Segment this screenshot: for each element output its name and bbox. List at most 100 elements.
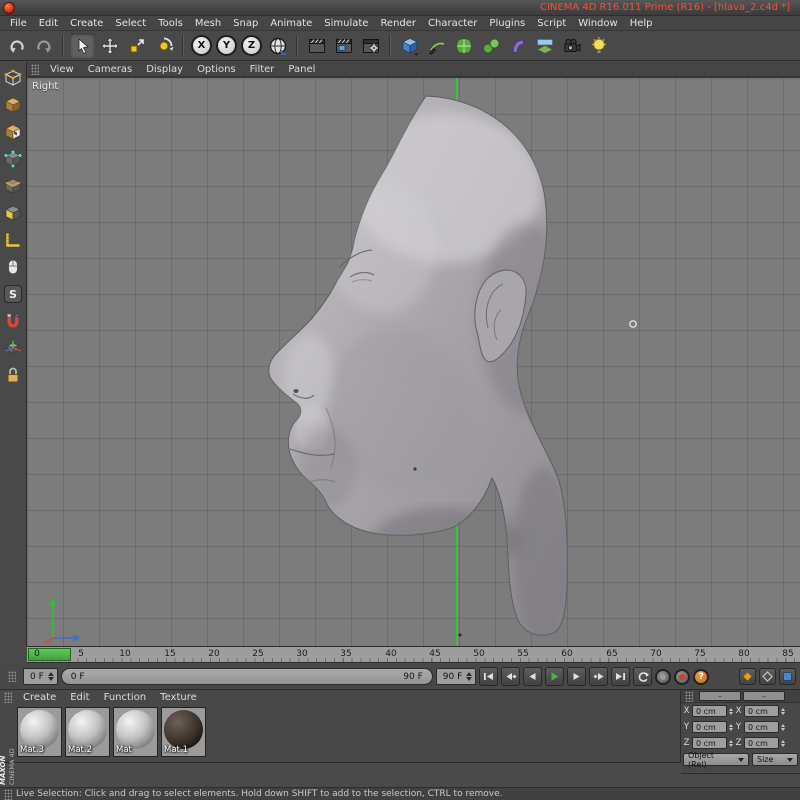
- render-view-icon[interactable]: [304, 33, 329, 58]
- point-mode-icon[interactable]: [1, 147, 25, 171]
- play-button[interactable]: [545, 667, 564, 686]
- help-button[interactable]: ?: [693, 669, 709, 685]
- light-icon[interactable]: [586, 33, 611, 58]
- head-model[interactable]: [27, 78, 800, 646]
- position-y-field[interactable]: 0 cm: [692, 721, 727, 733]
- size-mode-dropdown[interactable]: Size: [752, 753, 798, 766]
- lock-z-axis-button[interactable]: Z: [241, 35, 262, 56]
- menu-plugins[interactable]: Plugins: [483, 18, 531, 29]
- keyframe-position-toggle[interactable]: [739, 668, 756, 685]
- spinner-arrows-icon[interactable]: [466, 672, 472, 681]
- coordinate-system-globe-icon[interactable]: [265, 33, 290, 58]
- timeline-ruler[interactable]: 0 5 10 15 20 25 30 35 40 45 50 55 60 65 …: [27, 646, 800, 663]
- vp-menu-view[interactable]: View: [43, 64, 81, 75]
- vp-menu-panel[interactable]: Panel: [281, 64, 322, 75]
- menu-character[interactable]: Character: [422, 18, 483, 29]
- material-thumbnail[interactable]: Mat.3: [17, 707, 62, 757]
- panel-grip[interactable]: [8, 671, 16, 682]
- autokey-record-button[interactable]: [674, 669, 690, 685]
- lock-y-axis-button[interactable]: Y: [216, 35, 237, 56]
- menu-animate[interactable]: Animate: [264, 18, 318, 29]
- menu-render[interactable]: Render: [374, 18, 422, 29]
- menu-simulate[interactable]: Simulate: [318, 18, 374, 29]
- menu-edit[interactable]: Edit: [33, 18, 64, 29]
- render-settings-icon[interactable]: [358, 33, 383, 58]
- next-key-button[interactable]: [589, 667, 608, 686]
- record-position-button[interactable]: [655, 669, 671, 685]
- goto-end-button[interactable]: [611, 667, 630, 686]
- end-frame-field[interactable]: 90 F: [436, 668, 477, 685]
- make-editable-icon[interactable]: [1, 66, 25, 90]
- vp-menu-filter[interactable]: Filter: [243, 64, 282, 75]
- next-frame-button[interactable]: [567, 667, 586, 686]
- vp-menu-options[interactable]: Options: [190, 64, 243, 75]
- model-mode-icon[interactable]: [1, 93, 25, 117]
- mat-menu-create[interactable]: Create: [16, 692, 63, 703]
- scale-tool[interactable]: [124, 33, 149, 58]
- texture-mode-icon[interactable]: [1, 120, 25, 144]
- snap-magnet-icon[interactable]: [1, 309, 25, 333]
- lock-workplane-icon[interactable]: [1, 363, 25, 387]
- spline-pen-icon[interactable]: [424, 33, 449, 58]
- workplane-icon[interactable]: [1, 228, 25, 252]
- menu-snap[interactable]: Snap: [227, 18, 264, 29]
- move-tool[interactable]: [97, 33, 122, 58]
- undo-icon[interactable]: [4, 33, 29, 58]
- size-x-field[interactable]: 0 cm: [744, 705, 779, 717]
- goto-start-button[interactable]: [479, 667, 498, 686]
- spinner-arrows-icon[interactable]: [781, 708, 785, 715]
- polygon-mode-icon[interactable]: [1, 201, 25, 225]
- position-x-field[interactable]: 0 cm: [692, 705, 727, 717]
- rotate-tool[interactable]: [151, 33, 176, 58]
- keyframe-parameter-toggle[interactable]: [759, 668, 776, 685]
- add-cube-primitive-icon[interactable]: [397, 33, 422, 58]
- viewport-right-view[interactable]: Right: [27, 77, 800, 646]
- panel-grip[interactable]: [4, 789, 12, 800]
- lock-x-axis-button[interactable]: X: [191, 35, 212, 56]
- menu-script[interactable]: Script: [531, 18, 572, 29]
- timeline-range-slider[interactable]: 0 F 90 F: [61, 668, 433, 685]
- mat-menu-function[interactable]: Function: [97, 692, 154, 703]
- vp-menu-cameras[interactable]: Cameras: [81, 64, 139, 75]
- menu-help[interactable]: Help: [624, 18, 659, 29]
- loop-mode-button[interactable]: [633, 667, 652, 686]
- menu-file[interactable]: File: [4, 18, 33, 29]
- axis-modification-icon[interactable]: [1, 336, 25, 360]
- size-z-field[interactable]: 0 cm: [744, 737, 779, 749]
- previous-key-button[interactable]: [501, 667, 520, 686]
- panel-grip[interactable]: [685, 691, 693, 702]
- menu-window[interactable]: Window: [572, 18, 623, 29]
- spinner-arrows-icon[interactable]: [48, 672, 54, 681]
- camera-icon[interactable]: [559, 33, 584, 58]
- mat-menu-edit[interactable]: Edit: [63, 692, 96, 703]
- spinner-arrows-icon[interactable]: [781, 724, 785, 731]
- spinner-arrows-icon[interactable]: [729, 708, 733, 715]
- size-y-field[interactable]: 0 cm: [744, 721, 779, 733]
- deformer-icon[interactable]: [505, 33, 530, 58]
- spinner-arrows-icon[interactable]: [729, 740, 733, 747]
- environment-floor-icon[interactable]: [532, 33, 557, 58]
- vp-menu-display[interactable]: Display: [139, 64, 190, 75]
- previous-frame-button[interactable]: [523, 667, 542, 686]
- menu-mesh[interactable]: Mesh: [189, 18, 227, 29]
- edge-mode-icon[interactable]: [1, 174, 25, 198]
- material-thumbnail[interactable]: Mat.1: [161, 707, 206, 757]
- position-z-field[interactable]: 0 cm: [692, 737, 727, 749]
- redo-icon[interactable]: [31, 33, 56, 58]
- keyframe-pla-toggle[interactable]: [779, 668, 796, 685]
- panel-grip[interactable]: [31, 64, 39, 75]
- menu-tools[interactable]: Tools: [152, 18, 189, 29]
- subdivision-surface-icon[interactable]: [451, 33, 476, 58]
- mat-menu-texture[interactable]: Texture: [153, 692, 204, 703]
- spinner-arrows-icon[interactable]: [781, 740, 785, 747]
- current-frame-field[interactable]: 0 F: [23, 668, 58, 685]
- array-generator-icon[interactable]: [478, 33, 503, 58]
- point-marker[interactable]: [630, 321, 636, 327]
- coordinate-mode-dropdown[interactable]: Object (Rel): [683, 753, 749, 766]
- mouse-navigation-icon[interactable]: [1, 255, 25, 279]
- material-thumbnail[interactable]: Mat.2: [65, 707, 110, 757]
- menu-create[interactable]: Create: [64, 18, 109, 29]
- render-picture-viewer-icon[interactable]: [331, 33, 356, 58]
- live-selection-tool[interactable]: [70, 33, 95, 58]
- menu-select[interactable]: Select: [109, 18, 152, 29]
